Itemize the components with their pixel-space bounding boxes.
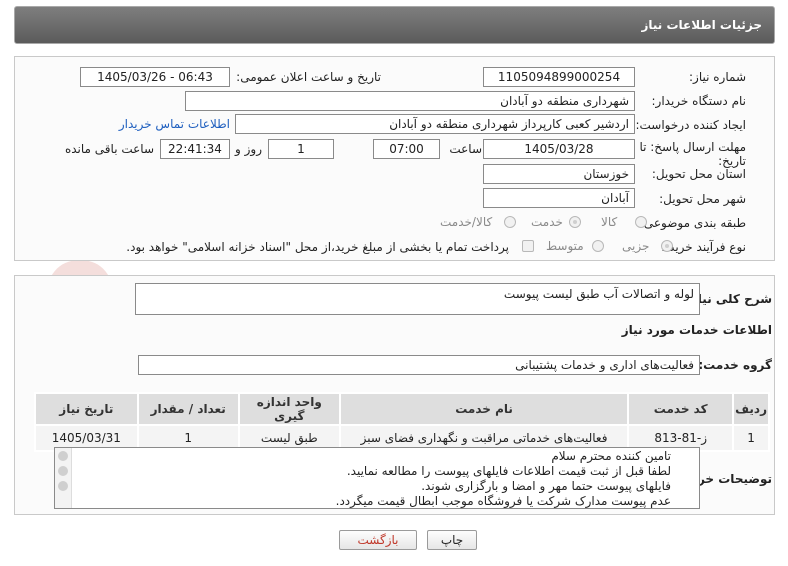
notes-scrollbar[interactable] <box>55 448 72 508</box>
table-header-row: تاریخ نیاز تعداد / مقدار واحد اندازه گیر… <box>34 392 770 426</box>
remaining-days-field: 1 <box>268 139 334 159</box>
treasury-payment-note: پرداخت تمام یا بخشی از مبلغ خرید،از محل … <box>126 240 509 254</box>
buyer-org-label: نام دستگاه خریدار: <box>651 94 747 108</box>
deadline-label-date: تاریخ: <box>718 154 746 168</box>
service-group-label: گروه خدمت: <box>698 358 772 372</box>
col-service-name: نام خدمت <box>338 392 630 426</box>
page-title: جزئیات اطلاعات نیاز <box>641 18 762 32</box>
deadline-time-field: 07:00 <box>373 139 440 159</box>
process-radio-minor[interactable] <box>661 240 673 252</box>
category-option-goods: کالا <box>601 215 618 229</box>
notes-line: لطفا قبل از ثبت قیمت اطلاعات فایلهای پیو… <box>346 464 671 478</box>
need-number-field: 1105094899000254 <box>483 67 635 87</box>
province-field: خوزستان <box>483 164 635 184</box>
category-radio-service[interactable] <box>569 216 581 228</box>
scroll-down-icon[interactable] <box>58 481 68 491</box>
col-need-date: تاریخ نیاز <box>34 392 139 426</box>
process-label: نوع فرآیند خرید : <box>661 240 746 254</box>
process-radio-medium[interactable] <box>592 240 604 252</box>
col-unit: واحد اندازه گیری <box>237 392 341 426</box>
description-field: لوله و اتصالات آب طبق لیست پیوست <box>135 283 700 315</box>
col-row-number: ردیف <box>732 392 770 426</box>
category-radio-goods[interactable] <box>635 216 647 228</box>
buyer-org-field: شهرداری منطقه دو آبادان <box>185 91 635 111</box>
notes-line: فایلهای پیوست حتما مهر و امضا و بارگزاری… <box>421 479 671 493</box>
notes-line: عدم پیوست مدارک شرکت یا فروشگاه موجب ابط… <box>335 494 671 508</box>
category-option-service: خدمت <box>531 215 563 229</box>
services-section-title: اطلاعات خدمات مورد نیاز <box>621 323 772 337</box>
creator-label: ایجاد کننده درخواست: <box>635 118 746 132</box>
scroll-up-icon[interactable] <box>58 451 68 461</box>
need-number-label: شماره نیاز: <box>689 70 746 84</box>
remaining-label: ساعت باقی مانده <box>64 142 154 156</box>
announce-label: تاریخ و ساعت اعلان عمومی: <box>236 70 381 84</box>
city-label: شهر محل تحویل: <box>659 192 746 206</box>
back-button[interactable]: بازگشت <box>339 530 417 550</box>
remaining-time-field: 22:41:34 <box>160 139 230 159</box>
print-button[interactable]: چاپ <box>427 530 477 550</box>
province-label: استان محل تحویل: <box>651 167 746 181</box>
deadline-label: مهلت ارسال پاسخ: تا <box>639 140 746 154</box>
notes-line: تامین کننده محترم سلام <box>551 449 671 463</box>
buyer-notes-textarea[interactable]: تامین کننده محترم سلام لطفا قبل از ثبت ق… <box>54 447 700 509</box>
deadline-date-field: 1405/03/28 <box>483 139 635 159</box>
category-option-both: کالا/خدمت <box>440 215 493 229</box>
service-group-field: فعالیت‌های اداری و خدمات پشتیبانی <box>138 355 700 375</box>
scroll-thumb[interactable] <box>58 466 68 476</box>
category-label: طبقه بندی موضوعی: <box>639 216 746 230</box>
deadline-time-label: ساعت <box>449 142 482 156</box>
col-service-code: کد خدمت <box>627 392 735 426</box>
cell-row-number: 1 <box>732 424 770 452</box>
page-header: جزئیات اطلاعات نیاز <box>14 6 775 44</box>
treasury-checkbox[interactable] <box>522 240 534 252</box>
days-label: روز و <box>235 142 262 156</box>
process-option-medium: متوسط <box>546 239 584 253</box>
city-field: آبادان <box>483 188 635 208</box>
announce-datetime-field: 1405/03/26 - 06:43 <box>80 67 230 87</box>
services-table: تاریخ نیاز تعداد / مقدار واحد اندازه گیر… <box>34 392 770 452</box>
process-option-minor: جزیی <box>622 239 650 253</box>
buyer-contact-link[interactable]: اطلاعات تماس خریدار <box>119 117 230 131</box>
creator-field: اردشیر کعبی کارپرداز شهرداری منطقه دو آب… <box>235 114 635 134</box>
col-quantity: تعداد / مقدار <box>136 392 240 426</box>
category-radio-both[interactable] <box>504 216 516 228</box>
